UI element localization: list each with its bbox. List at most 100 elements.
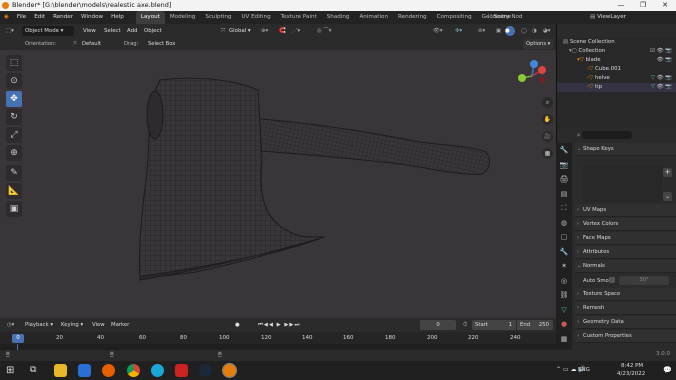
tab-modeling[interactable]: Modeling	[165, 11, 200, 24]
tab-compositing[interactable]: Compositing	[432, 11, 477, 24]
cursor-icon[interactable]: ⊙	[6, 73, 22, 89]
timeline-menu-view[interactable]: View	[89, 320, 108, 330]
task-view-icon[interactable]: ⧉	[30, 365, 36, 375]
timeline-ruler[interactable]: 0 20 40 60 80 100 120 140 160 180 200 22…	[0, 332, 556, 344]
firefox-icon[interactable]	[102, 364, 115, 377]
shape-key-menu-icon[interactable]: ⌄	[663, 192, 672, 201]
overlay-toggle-icon[interactable]: ⊚▾	[475, 26, 488, 36]
transform-icon[interactable]: ⊕	[6, 145, 22, 161]
app-icon[interactable]	[175, 364, 188, 377]
language-indicator[interactable]: ENG	[578, 367, 590, 373]
texture-tab-icon[interactable]: ▦	[556, 332, 572, 347]
proportional-edit-icon[interactable]: ◎ ⌒▾	[314, 26, 335, 36]
auto-smooth-angle-field[interactable]: 30°	[619, 276, 669, 285]
add-shape-key-icon[interactable]: +	[663, 168, 672, 177]
auto-smooth-checkbox[interactable]	[609, 277, 615, 283]
panel-attributes[interactable]: Attributes	[575, 246, 676, 259]
zoom-icon[interactable]: ⌕	[542, 97, 553, 108]
panel-normals[interactable]: Normals	[575, 260, 676, 273]
output-tab-icon[interactable]: 🖨	[556, 172, 572, 187]
tab-shading[interactable]: Shading	[322, 11, 355, 24]
blender-menu-icon[interactable]: ◉	[0, 11, 13, 24]
rotate-icon[interactable]: ↻	[6, 109, 22, 125]
outliner-row-cube[interactable]: ›▽ Cube.001	[557, 65, 676, 74]
modifiers-tab-icon[interactable]: 🔧	[556, 245, 572, 260]
header-menu-add[interactable]: Add	[124, 26, 140, 36]
timeline-menu-marker[interactable]: Marker	[108, 320, 132, 330]
object-tab-icon[interactable]: ▢	[556, 230, 572, 245]
clock-time[interactable]: 8:42 PM	[621, 363, 643, 369]
playhead[interactable]: 0	[12, 334, 24, 343]
3d-viewport[interactable]	[0, 50, 556, 318]
chrome-icon[interactable]	[127, 364, 140, 377]
constraints-tab-icon[interactable]: ⛓	[556, 288, 572, 303]
record-icon[interactable]: ●	[232, 320, 243, 330]
navigation-gizmo[interactable]	[512, 58, 550, 96]
playback-controls[interactable]: ⏮◀◀ ▶ ▶▶⏭	[255, 320, 303, 330]
transform-orientation-dropdown[interactable]: Global ▾	[226, 26, 254, 36]
header-menu-view[interactable]: View	[80, 26, 99, 36]
physics-tab-icon[interactable]: ◎	[556, 274, 572, 289]
tab-animation[interactable]: Animation	[354, 11, 393, 24]
outliner-row-collection[interactable]: ▾▢ Collection ☑ 👁 📷	[557, 47, 676, 56]
material-tab-icon[interactable]: ●	[556, 317, 572, 332]
panel-texture-space[interactable]: Texture Space	[575, 288, 676, 301]
timeline-editor-icon[interactable]: ◷▾	[4, 320, 17, 330]
shading-rendered-icon[interactable]: ◕▾	[540, 26, 553, 36]
snap-target-icon[interactable]: ⋰▾	[289, 26, 303, 36]
menu-render[interactable]: Render	[49, 11, 77, 24]
drag-dropdown[interactable]: Select Box	[145, 39, 178, 49]
scene-tab-icon[interactable]: ⛶	[556, 201, 572, 216]
shading-solid-icon[interactable]: ●	[505, 26, 515, 36]
panel-face-maps[interactable]: Face Maps	[575, 232, 676, 245]
gizmo-toggle-icon[interactable]: ✜▾	[452, 26, 465, 36]
timeline-menu-keying[interactable]: Keying ▾	[58, 320, 86, 330]
world-tab-icon[interactable]: ◍	[556, 216, 572, 231]
add-cube-icon[interactable]: ▣	[6, 201, 22, 217]
tab-uv-editing[interactable]: UV Editing	[236, 11, 275, 24]
clock-date[interactable]: 4/23/2022	[617, 371, 645, 377]
scene-selector[interactable]: ⛶ Scene	[488, 11, 511, 24]
menu-window[interactable]: Window	[77, 11, 107, 24]
notifications-icon[interactable]: 💬	[663, 366, 672, 374]
panel-uv-maps[interactable]: UV Maps	[575, 204, 676, 217]
shading-material-icon[interactable]: ◑	[529, 26, 540, 36]
steam-icon[interactable]	[199, 364, 212, 377]
maximize-button[interactable]: ❐	[632, 0, 654, 11]
camera-icon[interactable]: 🎥	[542, 131, 553, 142]
move-icon[interactable]: ✥	[6, 91, 22, 107]
render-tab-icon[interactable]: 📷	[556, 158, 572, 173]
viewlayer-selector[interactable]: ▤ ViewLayer	[590, 11, 626, 24]
outliner-row-scene-collection[interactable]: ▤ Scene Collection	[557, 38, 676, 47]
menu-edit[interactable]: Edit	[30, 11, 49, 24]
windows-start-icon[interactable]: ⊞	[6, 365, 14, 376]
panel-remesh[interactable]: Remesh	[575, 302, 676, 315]
panel-geometry-data[interactable]: Geometry Data	[575, 316, 676, 329]
options-dropdown[interactable]: Options ▾	[523, 39, 554, 49]
orientation-dropdown[interactable]: Default	[79, 39, 104, 49]
mode-dropdown[interactable]: Object Mode ▾	[22, 26, 74, 36]
menu-help[interactable]: Help	[107, 11, 128, 24]
panel-custom-properties[interactable]: Custom Properties	[575, 330, 676, 343]
tab-layout[interactable]: Layout	[135, 11, 165, 24]
annotate-icon[interactable]: ✎	[6, 165, 22, 181]
timeline-menu-playback[interactable]: Playback ▾	[22, 320, 56, 330]
current-frame-field[interactable]: 0	[420, 320, 456, 330]
editor-type-icon[interactable]: ⬚▾	[3, 26, 17, 36]
xray-toggle-icon[interactable]: ▣	[493, 26, 504, 36]
start-frame-field[interactable]: Start 1	[472, 320, 516, 330]
pivot-icon[interactable]: ⊕▾	[258, 26, 271, 36]
mail-icon[interactable]	[78, 364, 91, 377]
menu-file[interactable]: File	[13, 11, 30, 24]
preview-range-icon[interactable]: ⏱	[460, 320, 470, 330]
tab-sculpting[interactable]: Sculpting	[200, 11, 236, 24]
blender-taskbar-icon[interactable]	[222, 363, 237, 378]
edge-icon[interactable]	[151, 364, 164, 377]
perspective-grid-icon[interactable]: ▦	[542, 148, 553, 159]
panel-shape-keys[interactable]: Shape Keys	[575, 143, 676, 156]
particles-tab-icon[interactable]: ✶	[556, 259, 572, 274]
file-explorer-icon[interactable]	[54, 364, 67, 377]
pan-hand-icon[interactable]: ✋	[542, 114, 553, 125]
header-menu-object[interactable]: Object	[141, 26, 165, 36]
panel-vertex-colors[interactable]: Vertex Colors	[575, 218, 676, 231]
